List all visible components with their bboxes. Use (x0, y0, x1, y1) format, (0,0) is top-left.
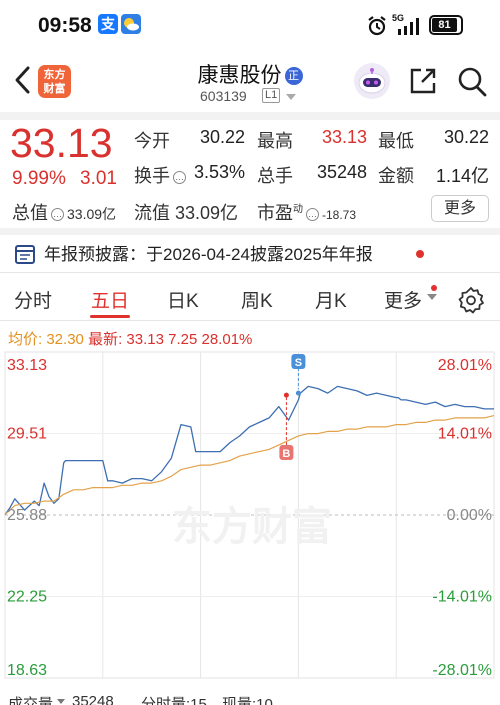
alarm-icon (368, 16, 386, 36)
sell-marker-point (295, 390, 301, 396)
y-left-tick: 18.63 (7, 662, 47, 679)
info-icon[interactable]: … (306, 208, 319, 221)
search-icon[interactable] (456, 64, 488, 98)
stock-code: 603139 (200, 88, 247, 104)
info-icon[interactable]: … (51, 208, 64, 221)
avg-label: 均价: (8, 331, 43, 348)
watermark: 东方财富 (172, 504, 332, 550)
status-bar: 09:58 支 5G 81 (0, 0, 500, 50)
price-summary-line: 均价: 32.30 最新: 33.13 7.25 28.01% (8, 328, 252, 349)
y-left-tick: 29.51 (7, 426, 47, 443)
tab-more-dot (431, 285, 437, 291)
y-right-tick: -14.01% (432, 589, 492, 606)
announcement-text: 年报预披露：于2026-04-24披露2025年年报 (44, 245, 373, 264)
latest-label: 最新: (88, 331, 123, 348)
avg-value: 32.30 (46, 331, 84, 348)
chart-tabs: 分时 五日 日K 周K 月K 更多 (0, 282, 500, 318)
more-button[interactable]: 更多 (431, 195, 489, 222)
low-label: 最低 (378, 131, 414, 151)
volume-header: 成交量 35248 分时量:15 现量:10 (0, 690, 500, 705)
mcap-label-text: 总值 (12, 203, 48, 223)
average-price-line (4, 415, 495, 516)
battery-level: 81 (432, 18, 457, 32)
mcap-label: 总值… 33.09亿 (12, 199, 116, 225)
turnover-value: 3.53% (193, 162, 245, 182)
volume-label: 总手 (257, 166, 293, 186)
unread-dot (416, 250, 424, 258)
minute-volume: 分时量:15 (141, 696, 207, 705)
chevron-down-icon[interactable] (286, 94, 296, 100)
signal-icon (398, 18, 419, 35)
buy-marker-label: B (282, 448, 290, 460)
open-value: 30.22 (199, 127, 245, 147)
announcement-bar[interactable]: 年报预披露：于2026-04-24披露2025年年报 (0, 238, 500, 270)
float-value: 33.09亿 (175, 203, 239, 223)
chevron-down-icon (57, 699, 65, 704)
status-time: 09:58 (38, 14, 92, 37)
buy-marker-point (283, 392, 289, 398)
low-value: 30.22 (443, 127, 489, 147)
y-left-tick: 25.88 (7, 507, 47, 524)
open-label: 今开 (134, 131, 170, 151)
sell-marker-label: S (295, 357, 302, 369)
y-right-tick: -28.01% (432, 662, 492, 679)
five-day-chart[interactable]: 东方财富 S B 33.13 29.51 25.88 22.25 18.63 28.01% 14.… (0, 350, 500, 690)
divider (0, 228, 500, 235)
volume-label[interactable]: 成交量 (8, 693, 53, 705)
quote-panel: 33.13 9.99% 3.01 今开 30.22 最高 33.13 最低 30… (0, 118, 500, 230)
float-label: 流值 33.09亿 (134, 199, 238, 225)
y-right-tick: 14.01% (438, 426, 492, 443)
tab-weekly-k[interactable]: 周K (241, 286, 273, 313)
change-amount: 3.01 (80, 168, 117, 189)
latest-value: 33.13 (126, 331, 164, 348)
pe-value: -18.73 (322, 208, 357, 222)
tab-daily-k[interactable]: 日K (167, 286, 199, 313)
calendar-icon (15, 245, 35, 264)
gear-icon[interactable] (457, 286, 485, 314)
amount-value: 1.14亿 (435, 166, 489, 186)
last-price: 33.13 (10, 120, 113, 166)
pe-sup: 动 (293, 204, 303, 215)
divider (0, 272, 500, 273)
pe-label: 市盈动… -18.73 (257, 199, 356, 225)
y-right-tick: 0.00% (447, 507, 492, 524)
y-left-tick: 33.13 (7, 357, 47, 374)
latest-change: 7.25 (168, 331, 198, 348)
battery-icon: 81 (429, 15, 463, 35)
share-icon[interactable] (408, 66, 438, 96)
tab-intraday[interactable]: 分时 (14, 286, 52, 313)
latest-pct: 28.01% (201, 331, 253, 348)
active-tab-indicator (90, 315, 130, 318)
high-value: 33.13 (321, 127, 367, 147)
amount-label: 金额 (378, 166, 414, 186)
ai-assistant-avatar[interactable] (354, 63, 390, 99)
tab-more[interactable]: 更多 (384, 286, 422, 313)
stock-name: 康惠股份 (197, 64, 282, 87)
tab-five-day[interactable]: 五日 (91, 286, 129, 313)
y-right-tick: 28.01% (438, 357, 492, 374)
stock-header: 东方 财富 康惠股份正 603139 L1 (0, 50, 500, 112)
pe-label-text: 市盈 (257, 203, 293, 223)
tab-monthly-k[interactable]: 月K (315, 286, 347, 313)
float-label-text: 流值 (134, 203, 170, 223)
y-left-tick: 22.25 (7, 589, 47, 606)
volume-value: 35248 (316, 162, 367, 182)
mcap-value: 33.09亿 (67, 206, 117, 222)
alipay-icon: 支 (98, 14, 118, 34)
turnover-label: 换手… (134, 162, 189, 188)
level-badge[interactable]: L1 (262, 88, 281, 103)
high-label: 最高 (257, 131, 293, 151)
price-line (4, 385, 494, 515)
zheng-badge: 正 (284, 67, 303, 85)
volume-value: 35248 (72, 693, 114, 705)
chevron-down-icon[interactable] (427, 294, 437, 300)
current-volume: 现量:10 (222, 696, 273, 705)
change-percent: 9.99% (12, 168, 66, 189)
weather-icon (121, 14, 141, 34)
divider (0, 320, 500, 321)
turnover-label-text: 换手 (134, 166, 170, 186)
